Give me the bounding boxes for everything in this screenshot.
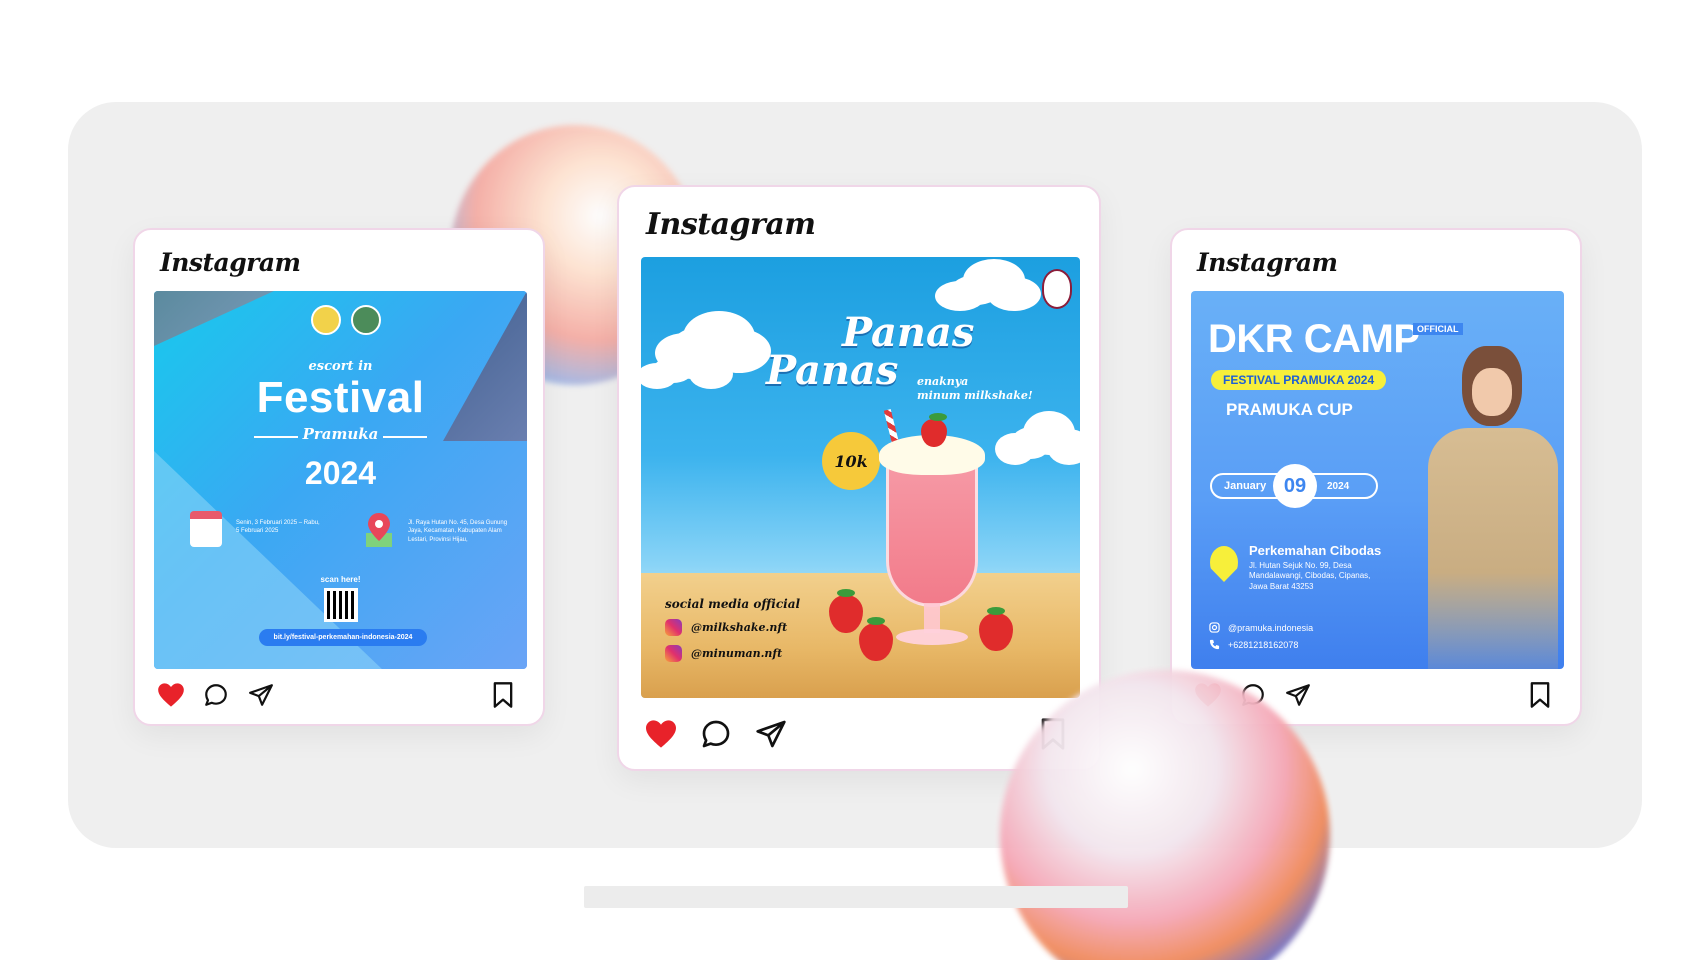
phone-icon: [1209, 639, 1220, 650]
contact-text: @pramuka.indonesia: [1228, 622, 1314, 633]
uniform: [1428, 428, 1558, 669]
post-actions: [157, 682, 275, 708]
post-location-text: Jl. Raya Hutan No. 45, Desa Gunung Jaya,…: [408, 520, 508, 543]
instagram-logo: Instagram: [1197, 248, 1338, 277]
brand-logo: [1042, 269, 1072, 309]
heart-icon[interactable]: [157, 682, 185, 708]
handle-row: @milkshake.nft: [665, 619, 787, 636]
post-tagline-line1: enaknya: [917, 375, 969, 388]
contact-phone: +6281218162078: [1209, 639, 1298, 650]
milkshake-glass: [886, 457, 978, 607]
date-pill: January 09 2024: [1210, 464, 1378, 508]
badge-logo: [351, 305, 381, 335]
bookmark-icon[interactable]: [1527, 681, 1553, 709]
instagram-icon: [1209, 622, 1220, 633]
heart-icon[interactable]: [644, 719, 678, 749]
price-badge: 10k: [825, 435, 877, 487]
post-title: DKR CAMP: [1208, 317, 1420, 361]
post-tagline-line2: minum milkshake!: [917, 389, 1033, 403]
badge-logo: [311, 305, 341, 335]
send-icon[interactable]: [754, 718, 788, 750]
handle-text: @minuman.nft: [691, 647, 783, 660]
carousel-scrollbar[interactable]: [584, 886, 1128, 908]
post-url[interactable]: bit.ly/festival-perkemahan-indonesia-202…: [259, 629, 427, 646]
cup-title: PRAMUKA CUP: [1226, 400, 1353, 419]
stage: Instagram escort in Festival Pramuka 202…: [0, 0, 1707, 960]
place-address: Jl. Hutan Sejuk No. 99, Desa Mandalawang…: [1249, 561, 1371, 591]
handle-row: @minuman.nft: [665, 645, 782, 662]
post-year: 2024: [304, 455, 377, 491]
cloud: [1011, 427, 1051, 459]
handle-text: @milkshake.nft: [691, 621, 788, 634]
date-month: January: [1224, 480, 1267, 492]
official-tag: OFFICIAL: [1413, 323, 1463, 335]
person-photo: [1410, 346, 1560, 669]
post-date-text: Senin, 3 Februari 2025 – Rabu, 5 Februar…: [236, 520, 320, 535]
post-image-milkshake[interactable]: Panas Panas enaknya minum milkshake! 10k…: [641, 257, 1080, 698]
scan-label: scan here!: [320, 575, 361, 584]
festival-pill: FESTIVAL PRAMUKA 2024: [1211, 370, 1387, 390]
social-heading: social media official: [665, 597, 801, 611]
comment-icon[interactable]: [203, 682, 229, 708]
instagram-logo: Instagram: [646, 207, 816, 242]
badge-logos: [311, 305, 381, 335]
post-actions: [644, 718, 788, 750]
post-title: Festival: [256, 373, 425, 422]
contact-instagram: @pramuka.indonesia: [1209, 622, 1313, 633]
contact-text: +6281218162078: [1228, 639, 1299, 650]
instagram-icon: [665, 645, 682, 662]
face: [1472, 368, 1512, 416]
send-icon[interactable]: [247, 682, 275, 708]
instagram-logo: Instagram: [160, 248, 301, 277]
date-year: 2024: [1327, 481, 1350, 492]
qr-code: [324, 588, 358, 622]
post-title-line2: Panas: [766, 347, 899, 394]
post-subtitle: Pramuka: [302, 425, 379, 443]
cloud: [951, 275, 1001, 305]
place-name: Perkemahan Cibodas: [1249, 543, 1382, 558]
post-image-dkr-camp[interactable]: DKR CAMP OFFICIAL FESTIVAL PRAMUKA 2024 …: [1191, 291, 1564, 669]
send-icon[interactable]: [1284, 682, 1312, 708]
post-escort-text: escort in: [308, 359, 373, 374]
location-pin-icon: [366, 513, 392, 547]
post-image-festival[interactable]: escort in Festival Pramuka 2024 Senin, 3…: [154, 291, 527, 669]
cloud: [653, 357, 693, 383]
instagram-post-card-milkshake: Instagram Panas Panas enaknya minum milk…: [617, 185, 1101, 771]
instagram-post-card-dkr-camp: Instagram DKR CAMP OFFICIAL FESTIVAL PRA…: [1170, 228, 1582, 726]
instagram-icon: [665, 619, 682, 636]
comment-icon[interactable]: [700, 718, 732, 750]
post-tagline: enaknya minum milkshake!: [917, 375, 1033, 404]
instagram-post-card-festival: Instagram escort in Festival Pramuka 202…: [133, 228, 545, 726]
bookmark-icon[interactable]: [490, 681, 516, 709]
date-day: 09: [1273, 464, 1317, 508]
location-pin-icon: [1210, 546, 1238, 582]
glass-base: [896, 629, 968, 645]
calendar-icon: [190, 511, 222, 547]
